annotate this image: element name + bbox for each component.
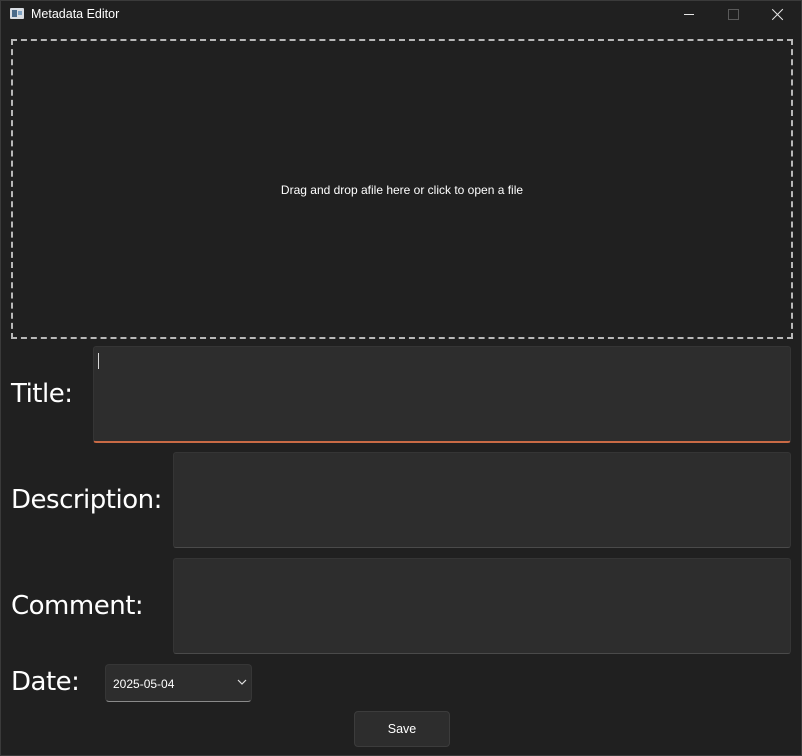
comment-label: Comment:	[11, 591, 144, 621]
save-button[interactable]: Save	[354, 711, 450, 747]
chevron-down-icon[interactable]	[237, 678, 247, 686]
app-window-icon	[10, 8, 24, 19]
text-caret	[98, 353, 99, 369]
file-drop-zone[interactable]: Drag and drop afile here or click to ope…	[11, 39, 793, 339]
date-value: 2025-05-04	[113, 677, 175, 691]
window-title: Metadata Editor	[31, 7, 120, 21]
date-label: Date:	[11, 667, 80, 697]
title-bar[interactable]: Metadata Editor	[1, 1, 801, 29]
title-label: Title:	[11, 379, 73, 409]
drop-zone-text: Drag and drop afile here or click to ope…	[280, 183, 524, 197]
description-input[interactable]	[173, 452, 791, 548]
minimize-icon	[684, 14, 694, 15]
close-icon	[772, 8, 784, 20]
maximize-icon	[728, 9, 739, 20]
description-label: Description:	[11, 485, 162, 515]
date-picker[interactable]: 2025-05-04	[105, 664, 252, 702]
metadata-editor-window: Metadata Editor Drag and drop afile here…	[0, 0, 802, 756]
comment-input[interactable]	[173, 558, 791, 654]
minimize-button[interactable]	[665, 1, 711, 29]
maximize-button[interactable]	[710, 1, 756, 29]
title-input[interactable]	[93, 346, 791, 443]
close-button[interactable]	[755, 1, 801, 29]
